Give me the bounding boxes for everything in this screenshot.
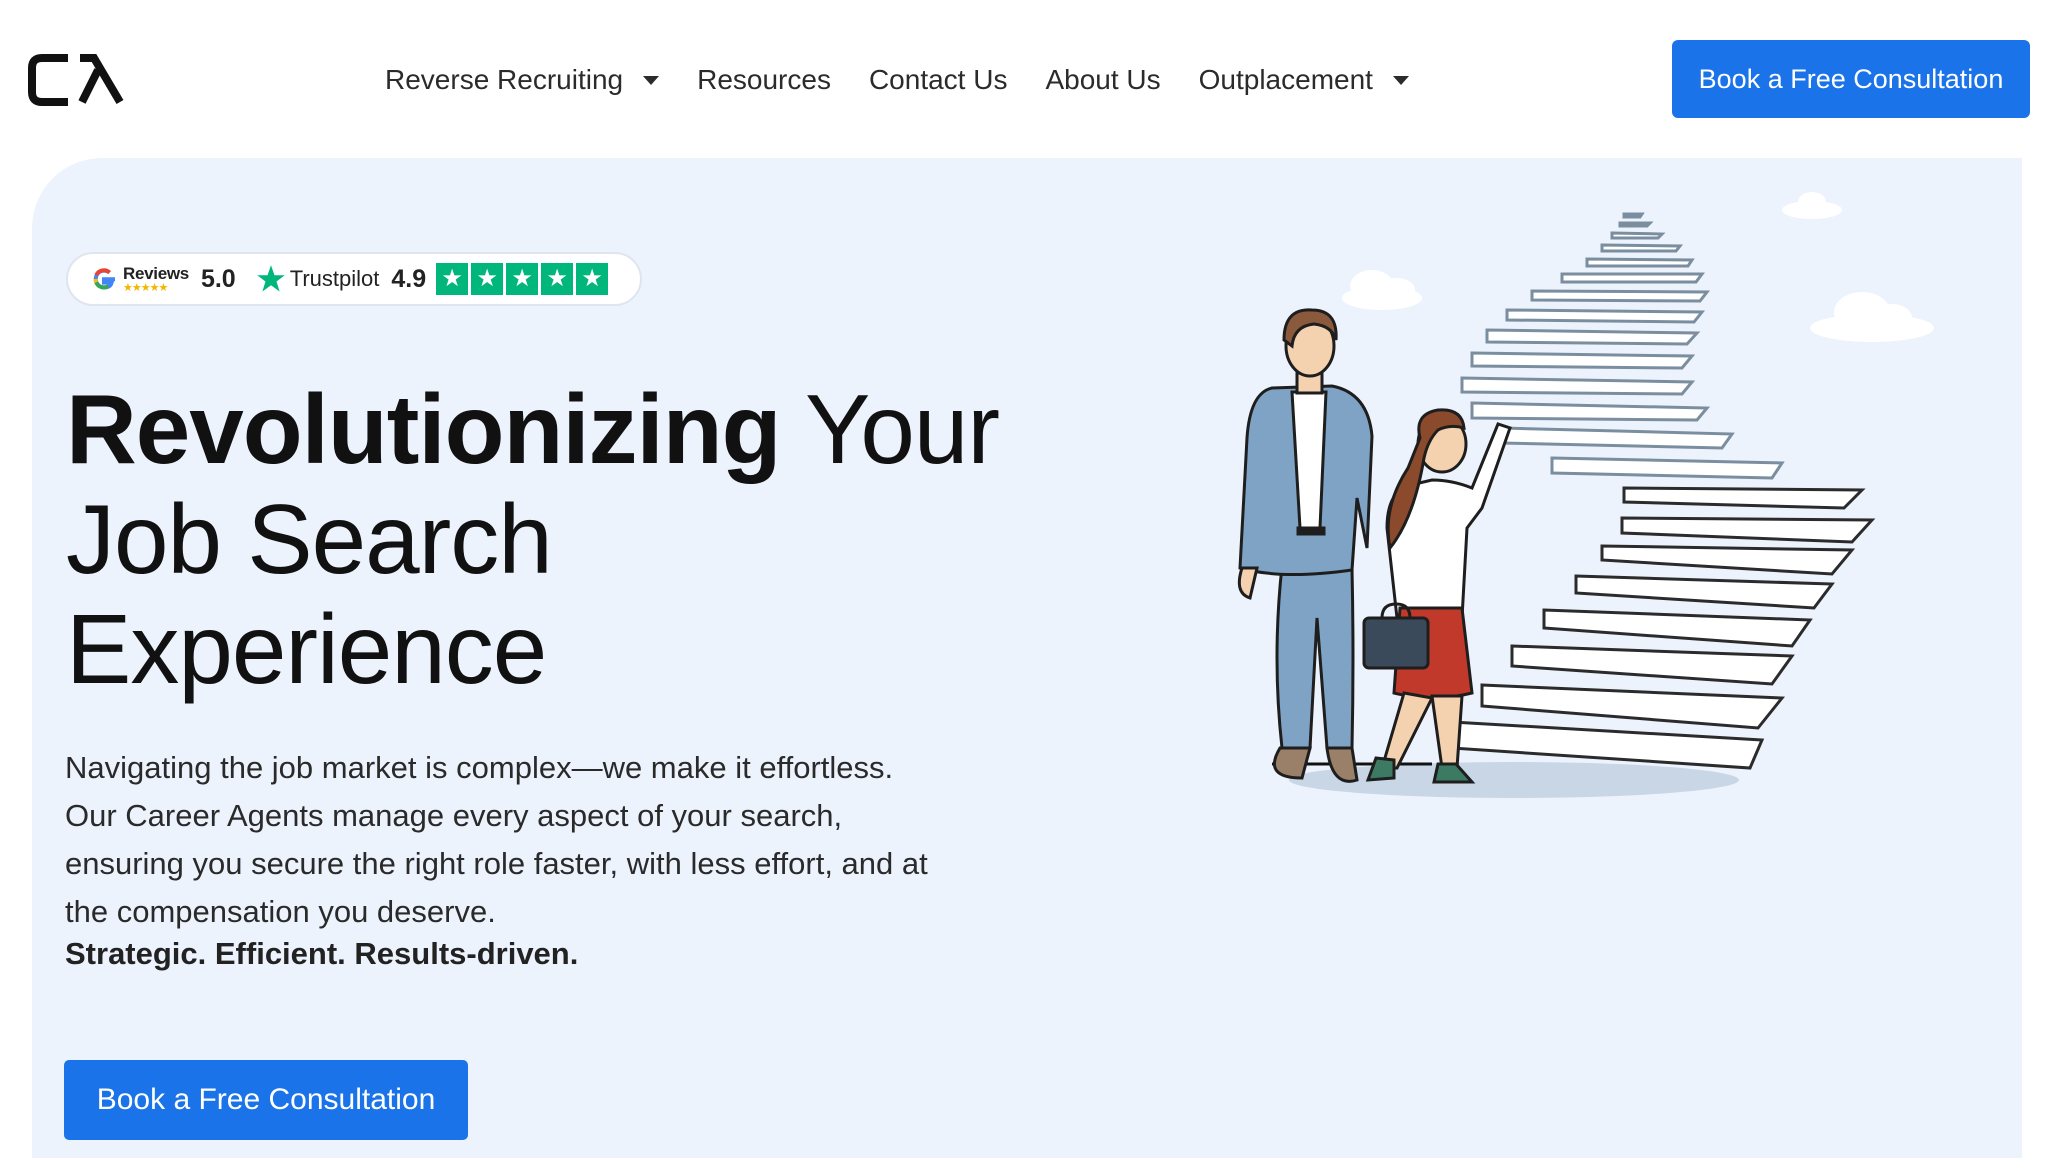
main-nav: Reverse Recruiting Resources Contact Us …	[385, 56, 1447, 104]
nav-item-contact-us[interactable]: Contact Us	[869, 64, 1008, 96]
star-icon: ★	[471, 263, 504, 295]
star-icon: ★	[541, 263, 574, 295]
trustpilot-rating-stars: ★ ★ ★ ★ ★	[436, 263, 611, 295]
google-reviews-label: Reviews ★★★★★	[123, 265, 189, 294]
hero-headline: Revolutionizing Your Job Search Experien…	[66, 374, 1000, 704]
nav-item-outplacement[interactable]: Outplacement	[1199, 64, 1409, 96]
headline-strong: Revolutionizing	[66, 374, 781, 484]
nav-item-label: Outplacement	[1198, 64, 1373, 95]
cloud-icon	[1342, 270, 1422, 310]
caret-down-icon	[643, 75, 660, 85]
nav-item-about-us[interactable]: About Us	[1045, 64, 1160, 96]
nav-item-label: Resources	[697, 64, 831, 95]
site-header: Reverse Recruiting Resources Contact Us …	[0, 0, 2048, 158]
star-icon: ★	[576, 263, 609, 295]
star-icon: ★	[506, 263, 539, 295]
trustpilot-score: 4.9	[391, 264, 427, 293]
google-stars-icon: ★★★★★	[123, 281, 168, 294]
staircase	[1450, 486, 1876, 770]
header-consultation-button[interactable]: Book a Free Consultation	[1672, 40, 2030, 118]
nav-item-label: About Us	[1045, 64, 1161, 95]
headline-line2: Job Search	[66, 484, 553, 594]
nav-item-label: Reverse Recruiting	[385, 64, 624, 95]
upper-steps	[1460, 212, 1785, 480]
google-score: 5.0	[200, 264, 236, 293]
hero-tagline: Strategic. Efficient. Results-driven.	[65, 936, 579, 971]
nav-item-resources[interactable]: Resources	[697, 64, 831, 96]
hero-consultation-button[interactable]: Book a Free Consultation	[64, 1060, 468, 1140]
cloud-icon	[1810, 292, 1934, 342]
headline-line3: Experience	[66, 594, 547, 704]
career-staircase-illustration	[1237, 192, 1934, 798]
caret-down-icon	[1392, 75, 1409, 85]
review-badge[interactable]: Reviews ★★★★★ 5.0 Trustpilot 4.9 ★ ★ ★ ★…	[66, 252, 642, 306]
trustpilot-label: Trustpilot	[289, 266, 380, 291]
headline-line1-rest: Your	[780, 374, 1000, 484]
nav-item-reverse-recruiting[interactable]: Reverse Recruiting	[385, 64, 660, 96]
hero-section: Reviews ★★★★★ 5.0 Trustpilot 4.9 ★ ★ ★ ★…	[32, 158, 2022, 1158]
star-icon: ★	[436, 263, 469, 295]
ca-logo[interactable]	[28, 50, 128, 110]
nav-item-label: Contact Us	[868, 64, 1008, 95]
man-figure	[1237, 308, 1374, 783]
google-icon	[93, 268, 115, 290]
trustpilot-star-icon	[256, 265, 285, 292]
google-reviews-word: Reviews	[123, 263, 189, 283]
cloud-icon	[1782, 192, 1842, 219]
hero-description: Navigating the job market is complex—we …	[65, 750, 928, 929]
